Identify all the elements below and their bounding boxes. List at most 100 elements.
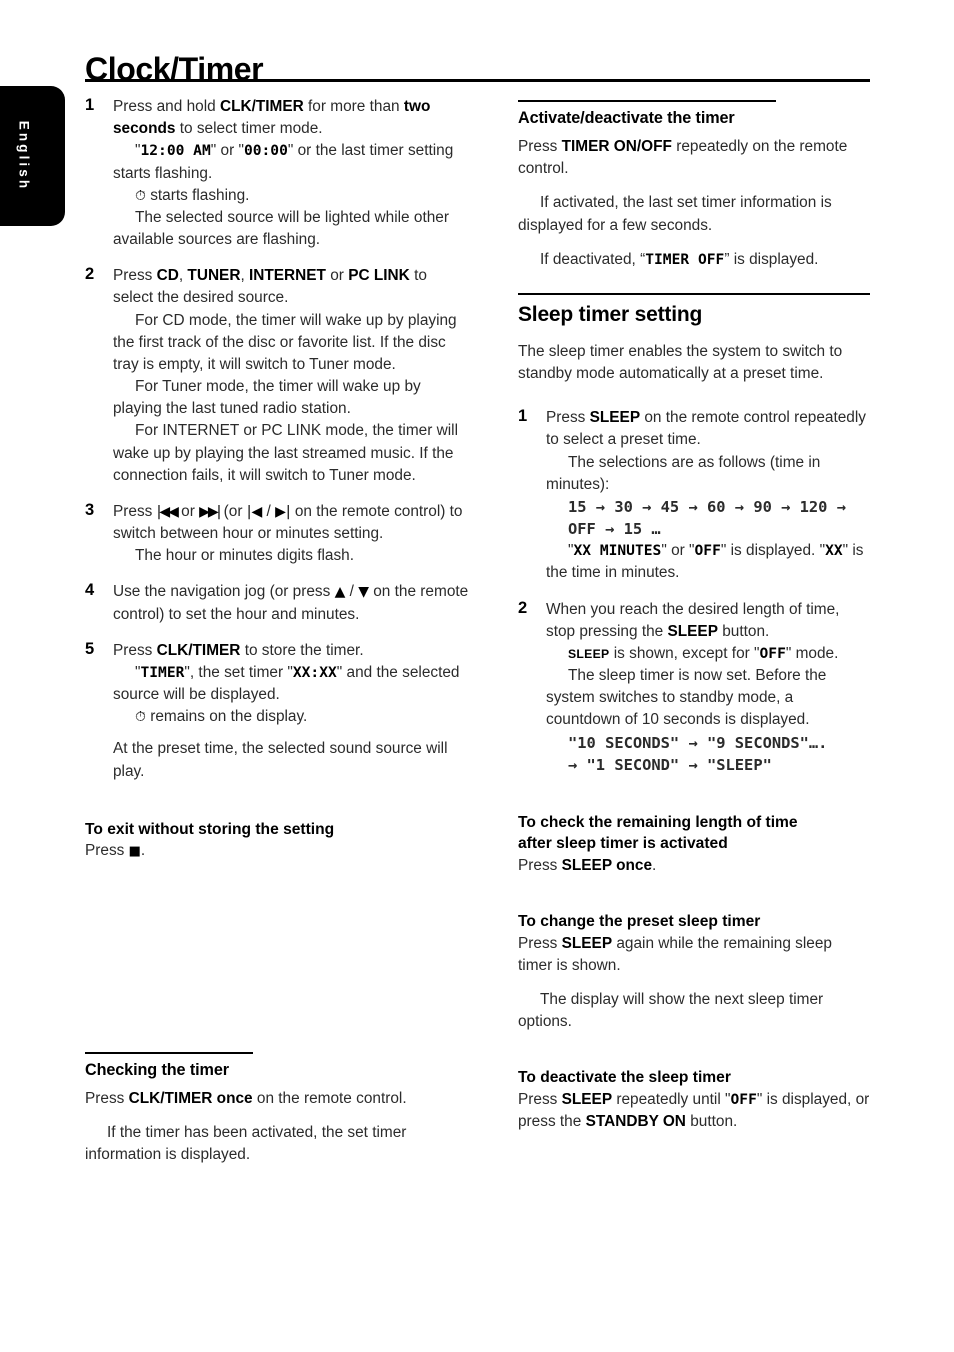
text: / — [262, 502, 276, 520]
page-title: Clock/Timer — [85, 51, 264, 88]
text: button. — [717, 622, 770, 640]
step-5: 5 Press CLK/TIMER to store the timer. "T… — [85, 640, 470, 783]
activate-timer-line1: Press TIMER ON/OFF repeatedly on the rem… — [518, 136, 870, 180]
cd-button-ref: CD — [156, 267, 179, 285]
text: " or " — [210, 142, 244, 160]
text: remains on the display. — [145, 708, 308, 726]
step-1: 1 Press and hold CLK/TIMER for more than… — [85, 96, 470, 251]
step-3-note: The hour or minutes digits flash. — [135, 547, 354, 565]
step-4: 4 Use the navigation jog (or press ▲ / ▼… — [85, 581, 470, 625]
sleep-timer-section: Sleep timer setting The sleep timer enab… — [518, 292, 870, 776]
down-arrow-icon: ▼ — [358, 584, 369, 601]
text: Press — [518, 138, 562, 155]
step-3: 3 Press |◀◀ or ▶▶| (or |◀ / ▶| on the re… — [85, 501, 470, 568]
standby-on-button-ref: STANDBY ON — [585, 1113, 686, 1131]
step-2-number: 2 — [85, 265, 95, 284]
text: for more than — [303, 98, 404, 115]
check-remaining-heading-line2: after sleep timer is activated — [518, 835, 728, 853]
text: Press — [518, 934, 562, 952]
section-divider — [518, 292, 870, 295]
clk-timer-button-ref: CLK/TIMER — [219, 98, 304, 115]
sleep-button-ref: SLEEP — [561, 1090, 613, 1108]
text: Press — [113, 502, 157, 520]
deactivate-sleep-section: To deactivate the sleep timer Press SLEE… — [518, 1067, 870, 1133]
left-column: 1 Press and hold CLK/TIMER for more than… — [85, 96, 470, 875]
text: on the remote control. — [252, 1090, 407, 1107]
previous-track-remote-icon: |◀ — [246, 503, 263, 520]
right-column: Activate/deactivate the timer Press TIME… — [518, 96, 870, 1145]
text: Press — [518, 1090, 562, 1108]
previous-track-icon: |◀◀ — [156, 503, 179, 520]
activate-timer-line2: If activated, the last set timer informa… — [518, 194, 832, 234]
checking-timer-heading: Checking the timer — [85, 1061, 229, 1079]
check-remaining-heading-line1: To check the remaining length of time — [518, 813, 798, 831]
text: , — [240, 267, 249, 285]
text: ", the set timer " — [184, 663, 293, 681]
checking-timer-subhead-wrap: Checking the timer — [85, 1052, 470, 1080]
clk-timer-once-button-ref: CLK/TIMER once — [128, 1090, 253, 1107]
tuner-button-ref: TUNER — [187, 267, 241, 285]
step-2-instruction: Press CD, TUNER, INTERNET or PC LINK to … — [113, 265, 470, 309]
display-value-timer-off: TIMER OFF — [645, 250, 725, 268]
text: or — [325, 267, 349, 285]
clock-icon: ⏱ — [135, 187, 146, 204]
text: Press — [113, 641, 157, 659]
sleep-timer-intro: The sleep timer enables the system to sw… — [518, 342, 843, 383]
sleep-step-1: 1 Press SLEEP on the remote control repe… — [518, 407, 870, 584]
sleep-step-1-display-note: "XX MINUTES" or "OFF" is displayed. "XX"… — [546, 540, 870, 584]
text: " is displayed. " — [720, 542, 826, 560]
sleep-step-2-indicator-note: SLEEP is shown, except for "OFF" mode. — [546, 643, 870, 665]
activate-timer-line3: If deactivated, “TIMER OFF” is displayed… — [518, 249, 870, 271]
text: " mode. — [785, 644, 839, 662]
document-page: Clock/Timer 1 Press and hold CLK/TIMER f… — [0, 0, 954, 1352]
sleep-once-button-ref: SLEEP once — [561, 856, 653, 874]
text: ” is displayed. — [724, 250, 819, 268]
display-value-timer: TIMER — [140, 663, 185, 681]
pclink-button-ref: PC LINK — [348, 267, 410, 285]
display-value-1200am: 12:00 AM — [140, 142, 211, 160]
sleep-sequence-line-1: 15 → 30 → 45 → 60 → 90 → 120 → — [568, 497, 846, 516]
display-value-xx: XX — [825, 542, 843, 560]
title-divider — [85, 79, 870, 82]
step-2-tuner-note: For Tuner mode, the timer will wake up b… — [113, 378, 421, 418]
text: Use the navigation jog (or press — [113, 583, 335, 601]
display-value-xx-minutes: XX MINUTES — [573, 542, 662, 560]
sleep-step-1-note: The selections are as follows (time in m… — [546, 453, 821, 493]
step-5-closing-note: At the preset time, the selected sound s… — [113, 740, 448, 780]
step-3-number: 3 — [85, 500, 95, 519]
text: Press — [518, 856, 562, 874]
step-4-number: 4 — [85, 581, 95, 600]
text: starts flashing. — [145, 186, 250, 204]
timer-on-off-button-ref: TIMER ON/OFF — [561, 138, 672, 155]
section-divider — [85, 1052, 253, 1054]
change-preset-heading: To change the preset sleep timer — [518, 913, 761, 931]
check-remaining-section: To check the remaining length of time af… — [518, 812, 870, 877]
text: button. — [685, 1113, 738, 1131]
sleep-step-2: 2 When you reach the desired length of t… — [518, 599, 870, 776]
clk-timer-button-ref: CLK/TIMER — [156, 641, 241, 659]
sleep-indicator-label: SLEEP — [568, 646, 610, 661]
text: Press — [85, 842, 129, 860]
sleep-button-ref: SLEEP — [589, 409, 641, 427]
text: Press — [85, 1090, 129, 1107]
display-value-xxxx: XX:XX — [292, 663, 337, 681]
step-2-cd-note: For CD mode, the timer will wake up by p… — [113, 311, 457, 373]
display-value-off: OFF — [694, 542, 721, 560]
clock-icon: ⏱ — [135, 709, 146, 726]
countdown-line-2: → "1 SECOND" → "SLEEP" — [568, 755, 772, 774]
step-5-instruction: Press CLK/TIMER to store the timer. — [113, 640, 470, 662]
step-1-icon-note: ⏱ starts flashing. — [113, 185, 470, 207]
step-3-instruction: Press |◀◀ or ▶▶| (or |◀ / ▶| on the remo… — [113, 501, 470, 545]
sleep-button-ref: SLEEP — [667, 622, 718, 640]
stop-icon: ■ — [128, 844, 141, 860]
sleep-button-ref: SLEEP — [561, 934, 613, 952]
next-track-remote-icon: ▶| — [275, 503, 291, 520]
step-5-display-note: "TIMER", the set timer "XX:XX" and the s… — [113, 662, 470, 706]
text: Press and hold — [113, 98, 220, 115]
sleep-step-2-number: 2 — [518, 598, 528, 617]
text: Press — [113, 267, 157, 285]
step-5-number: 5 — [85, 639, 95, 658]
